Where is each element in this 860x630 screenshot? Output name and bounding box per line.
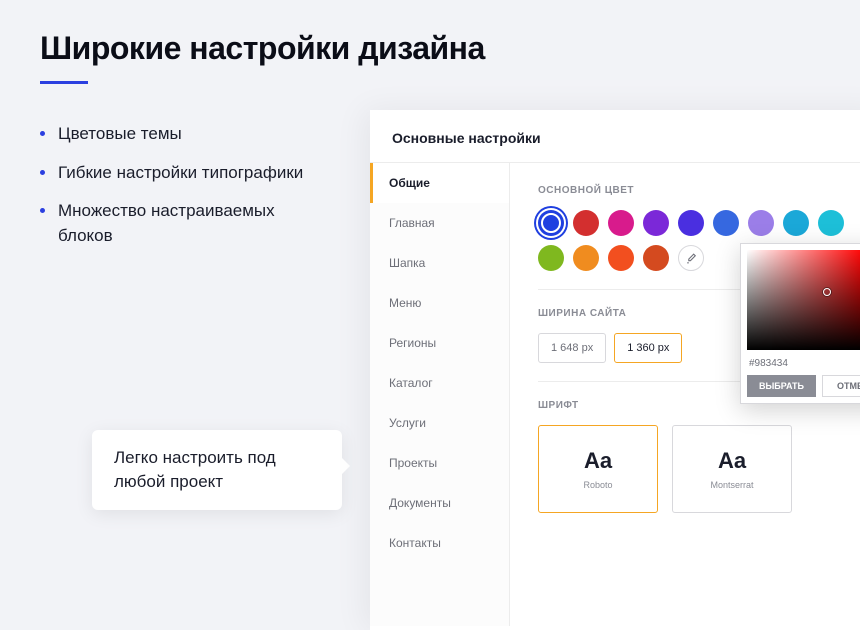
color-swatch[interactable] <box>608 245 634 271</box>
sidebar-item-menu[interactable]: Меню <box>370 283 509 323</box>
feature-item: Множество настраиваемых блоков <box>40 199 320 248</box>
saturation-area[interactable] <box>747 250 860 350</box>
font-name: Montserrat <box>710 480 753 490</box>
callout-tooltip: Легко настроить под любой проект <box>92 430 342 510</box>
page-heading: Широкие настройки дизайна <box>40 30 820 67</box>
settings-panel: Основные настройки Общие Главная Шапка М… <box>370 110 860 630</box>
color-swatch[interactable] <box>643 210 669 236</box>
font-card-roboto[interactable]: Aa Roboto <box>538 425 658 513</box>
swatch-row <box>538 210 860 236</box>
sidebar-item-projects[interactable]: Проекты <box>370 443 509 483</box>
color-swatch[interactable] <box>678 210 704 236</box>
sidebar-item-main[interactable]: Главная <box>370 203 509 243</box>
sidebar-item-catalog[interactable]: Каталог <box>370 363 509 403</box>
picker-cancel-button[interactable]: ОТМЕНА <box>822 375 860 397</box>
panel-title: Основные настройки <box>370 110 860 162</box>
tooltip-text: Легко настроить под любой проект <box>114 448 276 491</box>
color-swatch[interactable] <box>713 210 739 236</box>
color-picker-popup: #983434 ВЫБРАТЬ ОТМЕНА <box>740 243 860 404</box>
heading-underline <box>40 81 88 84</box>
sidebar-item-contacts[interactable]: Контакты <box>370 523 509 563</box>
section-label-color: ОСНОВНОЙ ЦВЕТ <box>538 185 860 196</box>
font-card-montserrat[interactable]: Aa Montserrat <box>672 425 792 513</box>
color-swatch[interactable] <box>608 210 634 236</box>
hex-value: #983434 <box>747 350 860 375</box>
color-swatch[interactable] <box>748 210 774 236</box>
color-swatch[interactable] <box>538 245 564 271</box>
color-swatch[interactable] <box>643 245 669 271</box>
settings-sidebar: Общие Главная Шапка Меню Регионы Каталог… <box>370 163 510 626</box>
color-swatch[interactable] <box>783 210 809 236</box>
sidebar-item-documents[interactable]: Документы <box>370 483 509 523</box>
picker-select-button[interactable]: ВЫБРАТЬ <box>747 375 816 397</box>
feature-item: Гибкие настройки типографики <box>40 161 320 186</box>
font-sample: Aa <box>718 448 746 474</box>
eyedropper-button[interactable] <box>678 245 704 271</box>
color-swatch[interactable] <box>818 210 844 236</box>
saturation-cursor[interactable] <box>823 288 831 296</box>
font-sample: Aa <box>584 448 612 474</box>
font-name: Roboto <box>583 480 612 490</box>
sidebar-item-header[interactable]: Шапка <box>370 243 509 283</box>
sidebar-item-general[interactable]: Общие <box>370 163 509 203</box>
sidebar-item-services[interactable]: Услуги <box>370 403 509 443</box>
color-swatch[interactable] <box>538 210 564 236</box>
feature-item: Цветовые темы <box>40 122 320 147</box>
sidebar-item-regions[interactable]: Регионы <box>370 323 509 363</box>
width-option[interactable]: 1 360 px <box>614 333 682 363</box>
color-swatch[interactable] <box>573 245 599 271</box>
feature-list: Цветовые темы Гибкие настройки типографи… <box>40 122 320 249</box>
width-option[interactable]: 1 648 px <box>538 333 606 363</box>
font-options: Aa Roboto Aa Montserrat <box>538 425 860 513</box>
color-swatch[interactable] <box>573 210 599 236</box>
